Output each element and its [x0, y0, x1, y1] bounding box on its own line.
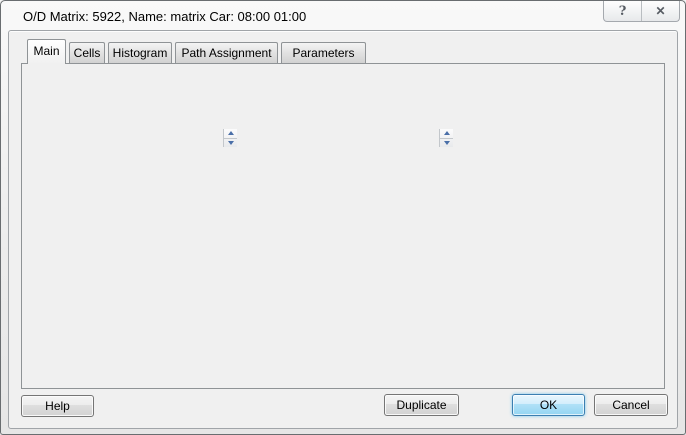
spinner-up-button[interactable] [440, 129, 453, 139]
tab-cells[interactable]: Cells [69, 42, 105, 63]
spinner-up-button[interactable] [224, 129, 237, 139]
tab-histogram[interactable]: Histogram [108, 42, 172, 63]
tab-path-assignment[interactable]: Path Assignment [175, 42, 278, 63]
spinner-up-icon [444, 131, 450, 135]
help-button[interactable]: Help [21, 395, 94, 417]
titlebar-buttons: ? ✕ [603, 1, 680, 22]
tab-main[interactable]: Main [27, 39, 66, 64]
window-title: O/D Matrix: 5922, Name: matrix Car: 08:0… [23, 9, 306, 24]
spinner-down-icon [228, 141, 234, 145]
close-button[interactable]: ✕ [642, 1, 679, 21]
od-matrix-dialog: O/D Matrix: 5922, Name: matrix Car: 08:0… [0, 0, 686, 435]
spinner-down-icon [444, 141, 450, 145]
help-titlebar-button[interactable]: ? [604, 1, 642, 21]
spinner-down-button[interactable] [440, 139, 453, 148]
spinner-down-button[interactable] [224, 139, 237, 148]
spinner-up-icon [228, 131, 234, 135]
tab-page-main [21, 63, 665, 389]
close-icon: ✕ [655, 5, 665, 17]
duration-spinner [439, 129, 453, 147]
cancel-button[interactable]: Cancel [594, 394, 668, 416]
duplicate-button[interactable]: Duplicate [384, 394, 459, 416]
initial-time-spinner [223, 129, 237, 147]
tab-parameters[interactable]: Parameters [281, 42, 366, 63]
help-icon: ? [619, 5, 627, 18]
ok-button[interactable]: OK [512, 394, 585, 416]
